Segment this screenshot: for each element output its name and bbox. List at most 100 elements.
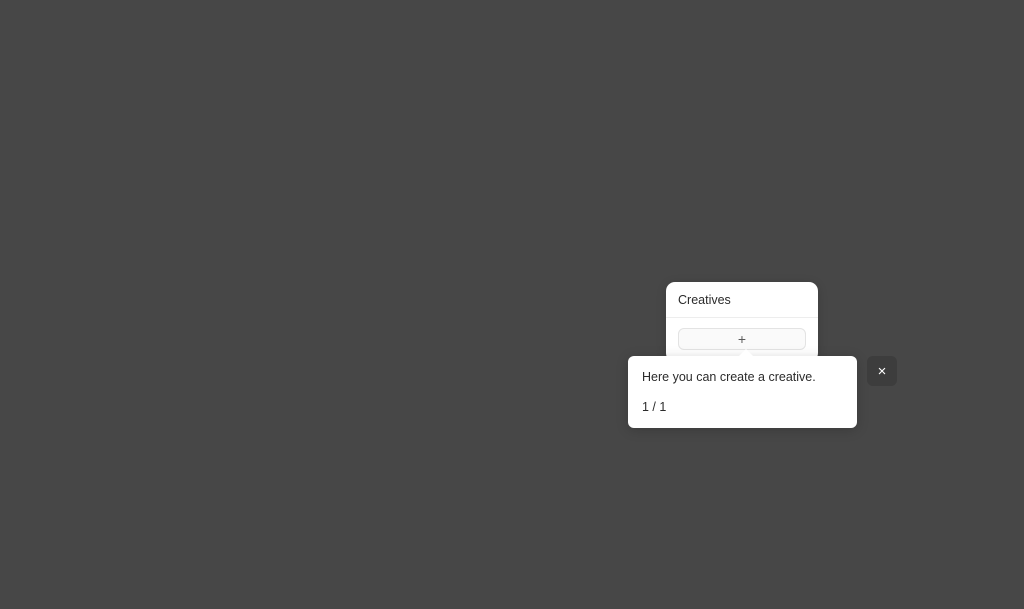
list-item[interactable]: AI - Anguilla bbox=[233, 525, 527, 549]
creatives-title: Creatives bbox=[666, 282, 818, 318]
tag-geo: AR bbox=[868, 215, 900, 233]
tag-devices: МОБИЛЬНЫЕ & ДЕСКТОП bbox=[868, 179, 992, 207]
balance-card: Balance: $0.00 bbox=[856, 74, 1008, 129]
list-item[interactable]: AL - Albania bbox=[233, 405, 527, 429]
tags-row-devices: МОБИЛЬНЫЕ & ДЕСКТОП bbox=[868, 179, 996, 214]
list-item[interactable]: AF - Afghanistan bbox=[233, 357, 527, 381]
available-countries-panel: AF - Afghanistan AX - Aland Islands AL -… bbox=[232, 321, 528, 609]
country-label: AG - Antigua and Barbuda bbox=[269, 578, 415, 592]
country-checkbox[interactable] bbox=[245, 505, 260, 521]
active-label: Active bbox=[118, 89, 154, 105]
country-checkbox[interactable] bbox=[245, 529, 260, 545]
selected-country-label: AR - Argentina bbox=[551, 364, 633, 378]
country-search-input[interactable] bbox=[265, 330, 517, 344]
created-date-row: 2025-02-10, 13:10 bbox=[868, 279, 996, 291]
info-row: PUSH ID: 52503 Active bbox=[30, 86, 196, 127]
country-label: AF - Afghanistan bbox=[269, 362, 362, 376]
sidebar-item-obshchie[interactable]: Общие bbox=[24, 161, 202, 193]
country-checkbox-checked[interactable] bbox=[245, 601, 260, 609]
settings-menu: Общие Фильтры Расписание Оптимизация Тре… bbox=[16, 153, 210, 457]
campaign-info-card: PUSH ID: 52503 Active bbox=[16, 74, 210, 141]
campaign-name-label: Имя* bbox=[245, 93, 821, 102]
calendar-icon bbox=[868, 279, 879, 291]
sidebar-item-source-id-bidding[interactable]: Source ID bidding bbox=[24, 385, 202, 417]
refresh-icon bbox=[869, 298, 879, 307]
list-item[interactable]: AQ - Antarctica bbox=[233, 549, 527, 573]
add-money-icon bbox=[969, 96, 984, 108]
balance-text-wrap: Balance: $0.00 bbox=[868, 85, 913, 118]
country-label: AD - Andorra bbox=[269, 482, 342, 496]
price-input[interactable] bbox=[245, 156, 821, 174]
search-icon bbox=[243, 331, 254, 343]
save-button[interactable]: СОХРАНИТЬ bbox=[882, 18, 1006, 56]
list-item[interactable]: AR - Argentina bbox=[233, 597, 527, 609]
country-checkbox[interactable] bbox=[245, 577, 260, 593]
balance-label: Balance: bbox=[868, 85, 907, 96]
add-funds-button[interactable] bbox=[958, 87, 996, 116]
country-label: DZ - Algeria bbox=[269, 434, 335, 448]
tab-include[interactable]: INCLUDE bbox=[236, 286, 311, 312]
add-creative-button[interactable]: + bbox=[678, 328, 806, 350]
country-checkbox[interactable] bbox=[245, 385, 260, 401]
list-item[interactable]: AG - Antigua and Barbuda bbox=[233, 573, 527, 597]
country-label: AQ - Antarctica bbox=[269, 554, 354, 568]
country-search-row bbox=[233, 322, 527, 353]
country-label: AR - Argentina bbox=[269, 602, 351, 609]
sidebar-item-daily-spend-limits[interactable]: Daily spend limits bbox=[24, 417, 202, 449]
price-range-hint: $0.001 - $0.35 bbox=[236, 194, 311, 206]
tooltip-text: Here you can create a creative. bbox=[642, 370, 816, 384]
country-checkbox[interactable] bbox=[245, 433, 260, 449]
country-label: AI - Anguilla bbox=[269, 530, 336, 544]
campaign-name-input[interactable] bbox=[245, 102, 821, 120]
sidebar-item-filtry[interactable]: Фильтры bbox=[24, 193, 202, 225]
geo-section-title: Выбор Гео bbox=[222, 232, 844, 275]
tooltip-step-counter: 1 / 1 bbox=[642, 400, 667, 414]
page-title: My campaign bbox=[34, 21, 197, 52]
scrollbar-thumb[interactable] bbox=[521, 357, 524, 419]
active-toggle[interactable] bbox=[162, 88, 196, 106]
country-checkbox[interactable] bbox=[245, 553, 260, 569]
chevron-left-icon[interactable]: ‹ bbox=[18, 27, 25, 47]
page-root: ‹ My campaign СОХРАНИТЬ PUSH ID: 52503 A… bbox=[0, 0, 1024, 609]
list-item[interactable]: AX - Aland Islands bbox=[233, 381, 527, 405]
check-icon bbox=[248, 606, 257, 609]
balance-value: $0.00 bbox=[868, 97, 914, 117]
country-checkbox[interactable] bbox=[245, 457, 260, 473]
campaign-id: ID: 52503 bbox=[30, 112, 87, 127]
country-checkbox[interactable] bbox=[245, 481, 260, 497]
sidebar-item-treker[interactable]: Трекер bbox=[24, 289, 202, 321]
tab-exclude[interactable]: EXCLUDE bbox=[314, 286, 393, 312]
right-column: Balance: $0.00 $0.35 МОБИЛЬНЫЕ & ДЕСКТОП… bbox=[856, 74, 1008, 321]
tag-pricing-model: CPC bbox=[907, 215, 946, 233]
summary-divider bbox=[868, 269, 996, 270]
close-icon[interactable]: × bbox=[867, 356, 897, 386]
country-checkbox[interactable] bbox=[245, 361, 260, 377]
sidebar-item-optimizatsiya[interactable]: Оптимизация bbox=[24, 257, 202, 289]
tag-price: $0.35 bbox=[868, 154, 911, 172]
left-column: PUSH ID: 52503 Active Общие Фильтры Расп… bbox=[16, 74, 210, 457]
list-item[interactable]: AD - Andorra bbox=[233, 477, 527, 501]
sidebar-item-raspisanie[interactable]: Расписание bbox=[24, 225, 202, 257]
app-container: ‹ My campaign СОХРАНИТЬ PUSH ID: 52503 A… bbox=[0, 0, 1024, 609]
tag-goal: КЛИК bbox=[868, 241, 911, 259]
country-list[interactable]: AF - Afghanistan AX - Aland Islands AL -… bbox=[233, 353, 527, 609]
onboarding-tooltip: Here you can create a creative. 1 / 1 bbox=[628, 349, 857, 428]
sidebar-item-push-prochee[interactable]: Push прочее bbox=[24, 353, 202, 385]
list-item[interactable]: AS - American Samoa bbox=[233, 453, 527, 477]
campaign-summary-card: $0.35 МОБИЛЬНЫЕ & ДЕСКТОП AR CPC КЛИК 20… bbox=[856, 141, 1008, 321]
country-list-scrollbar[interactable] bbox=[521, 357, 524, 609]
basic-fields-card: Имя* Цена* $0.001 - bbox=[222, 74, 844, 220]
list-item[interactable]: DZ - Algeria bbox=[233, 429, 527, 453]
country-checkbox[interactable] bbox=[245, 409, 260, 425]
active-toggle-wrap: Active bbox=[119, 86, 196, 106]
toggle-knob bbox=[165, 91, 178, 104]
tags-row-price: $0.35 bbox=[868, 153, 996, 179]
updated-date-text: 2025-02-10, 13:10 bbox=[886, 297, 972, 309]
clear-circle-icon[interactable] bbox=[807, 101, 822, 116]
required-asterisk: * bbox=[265, 147, 269, 156]
info-left: PUSH ID: 52503 bbox=[30, 86, 86, 127]
price-field: Цена* bbox=[234, 140, 832, 184]
list-item[interactable]: AO - Angola bbox=[233, 501, 527, 525]
required-asterisk: * bbox=[261, 93, 265, 102]
sidebar-item-prochee[interactable]: Прочее bbox=[24, 321, 202, 353]
